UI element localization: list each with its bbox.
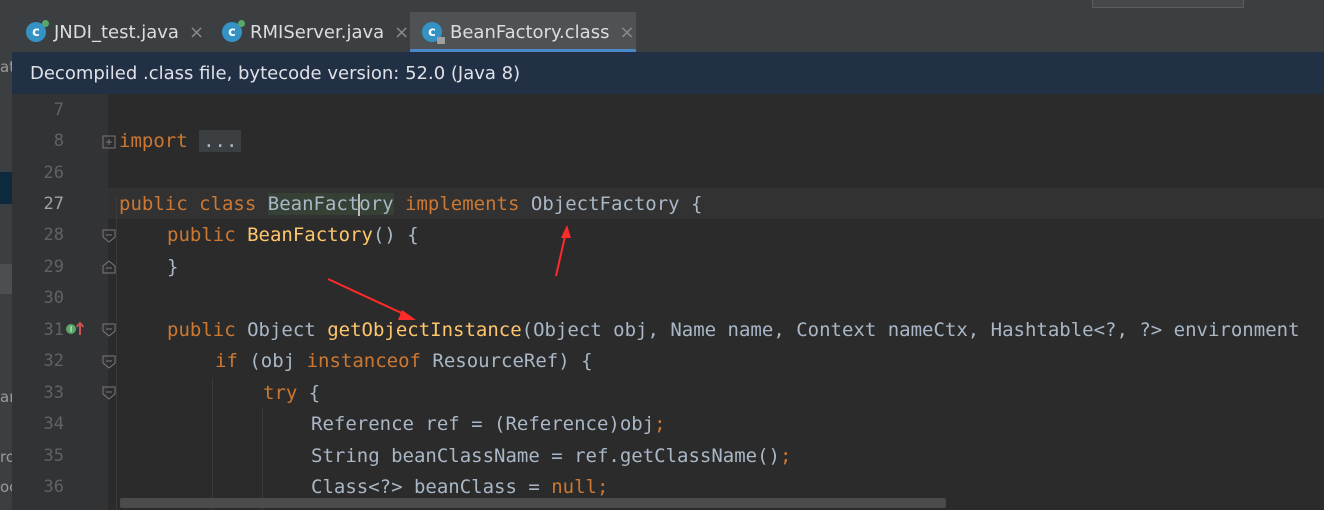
class-icon: c: [222, 20, 245, 42]
line-number: 28: [43, 225, 64, 245]
class-icon: c: [422, 22, 445, 44]
code-line-27: public class BeanFactory implements Obje…: [119, 193, 703, 216]
tab-beanfactory[interactable]: c BeanFactory.class ×: [410, 12, 636, 52]
implements-method-icon[interactable]: I: [65, 321, 87, 337]
code-line-34: Reference ref = (Reference)obj;: [311, 413, 666, 435]
tab-label: BeanFactory.class: [450, 21, 610, 43]
close-icon[interactable]: ×: [394, 22, 409, 43]
project-tree-fragment: ate: [0, 58, 12, 76]
line-number: 26: [43, 163, 64, 183]
code-line-35: String beanClassName = ref.getClassName(…: [311, 445, 792, 467]
tab-jndi-test[interactable]: c JNDI_test.java ×: [26, 12, 222, 52]
project-panel-edge[interactable]: ate ar ro oc: [0, 0, 12, 510]
project-tree-selection: [0, 172, 12, 204]
fold-end-icon[interactable]: [102, 260, 116, 274]
fold-collapse-icon[interactable]: [102, 355, 116, 369]
indent-guide: [116, 196, 117, 510]
banner-text: Decompiled .class file, bytecode version…: [30, 62, 521, 84]
line-number-current: 27: [43, 194, 64, 214]
line-number: 8: [53, 131, 64, 151]
horizontal-scrollbar[interactable]: [120, 498, 946, 508]
project-tree-fragment: ro: [0, 448, 12, 466]
fold-collapse-icon[interactable]: [102, 229, 116, 243]
code-line-28: public BeanFactory() {: [167, 224, 419, 246]
editor-tab-bar: c JNDI_test.java × c RMIServer.java × c …: [12, 12, 1324, 52]
line-number: 7: [53, 100, 64, 120]
tab-label: RMIServer.java: [250, 21, 385, 43]
project-tree-fragment: oc: [0, 478, 12, 496]
code-line-31: public Object getObjectInstance(Object o…: [167, 319, 1300, 341]
line-number: 34: [43, 414, 64, 434]
line-numbers: 7 8 26 27 28 29 30 31 32 33 34 35 36: [12, 94, 64, 510]
code-line-29: }: [167, 256, 179, 278]
close-icon[interactable]: ×: [189, 22, 204, 43]
line-number: 30: [43, 288, 64, 308]
line-number: 35: [43, 446, 64, 466]
tab-rmiserver[interactable]: c RMIServer.java ×: [222, 12, 420, 52]
line-number: 29: [43, 257, 64, 277]
close-icon[interactable]: ×: [619, 22, 634, 43]
class-name-highlight: BeanFactory: [267, 193, 394, 216]
tab-label: JNDI_test.java: [54, 21, 179, 43]
fold-expand-icon[interactable]: [102, 135, 116, 149]
svg-text:I: I: [70, 325, 72, 334]
project-tree-fragment: ar: [0, 388, 12, 406]
code-line-33: try {: [263, 382, 321, 404]
code-line-32: if (obj instanceof ResourceRef) {: [215, 350, 593, 372]
code-line-8: import ...: [119, 126, 242, 157]
decompiled-banner: Decompiled .class file, bytecode version…: [12, 52, 1324, 94]
toolbar-field[interactable]: [1092, 0, 1244, 8]
line-number: 33: [43, 383, 64, 403]
line-number: 31: [43, 320, 64, 340]
line-number: 32: [43, 351, 64, 371]
class-icon: c: [26, 20, 49, 42]
toolbar-strip: [12, 0, 1324, 12]
project-tree-hover: [0, 264, 12, 294]
fold-collapse-icon[interactable]: [102, 323, 116, 337]
fold-collapse-icon[interactable]: [102, 386, 116, 400]
indent-guide: [212, 378, 213, 510]
indent-guide: [262, 408, 263, 510]
folded-imports[interactable]: ...: [199, 130, 242, 152]
line-number: 36: [43, 477, 64, 497]
